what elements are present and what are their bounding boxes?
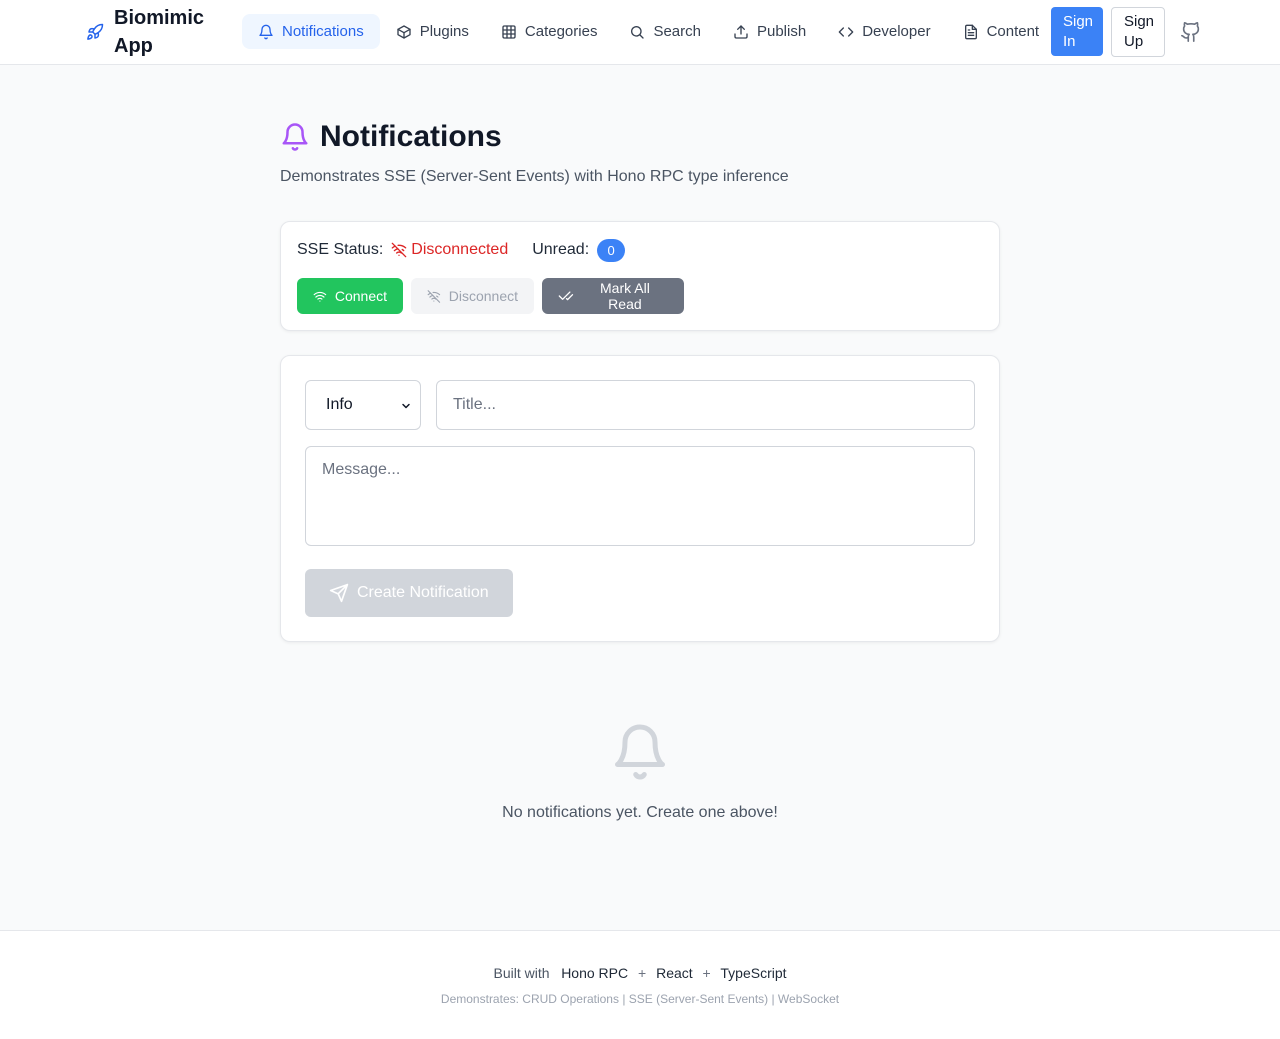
demonstrates-line: Demonstrates: CRUD Operations | SSE (Ser… (440, 992, 840, 1006)
plus-separator: + (638, 965, 647, 981)
disconnect-label: Disconnect (448, 288, 518, 304)
nav-search[interactable]: Search (613, 14, 717, 49)
create-notification-button[interactable]: Create Notification (305, 569, 513, 617)
nav-label: Search (653, 23, 701, 40)
mark-all-read-button[interactable]: Mark All Read (542, 278, 684, 314)
empty-state-text: No notifications yet. Create one above! (502, 804, 778, 821)
tech-react: React (656, 965, 693, 981)
nav-label: Plugins (419, 23, 469, 40)
disconnect-button[interactable]: Disconnect (411, 278, 534, 314)
mark-all-read-label: Mark All Read (600, 280, 650, 312)
github-icon[interactable] (1180, 21, 1202, 43)
unread-count-badge: 0 (597, 238, 626, 262)
top-header: Biomimic App Notifications Plugins Categ… (0, 0, 1280, 65)
wifi-icon (313, 291, 327, 302)
tech-hono-rpc: Hono RPC (561, 965, 629, 981)
page-title: Notifications (320, 120, 502, 153)
sse-status-text: Disconnected (411, 241, 509, 258)
type-selected-value: Info (326, 396, 353, 413)
send-icon (329, 583, 349, 603)
search-icon (631, 25, 645, 39)
brand[interactable]: Biomimic App (86, 6, 214, 58)
built-with-label: Built with (493, 965, 550, 981)
footer: Built with Hono RPC + React + TypeScript… (0, 930, 1280, 1039)
rocket-icon (86, 22, 106, 42)
wifi-off-icon (427, 289, 441, 303)
connect-button[interactable]: Connect (297, 278, 403, 314)
built-with-line: Built with Hono RPC + React + TypeScript (0, 965, 1280, 981)
nav-content[interactable]: Content (947, 14, 1056, 49)
bell-icon (615, 724, 665, 780)
status-row: SSE Status: Disconnected Unread: 0 (297, 238, 626, 262)
message-input[interactable] (305, 446, 975, 546)
sse-status-card: SSE Status: Disconnected Unread: 0 Conne… (280, 221, 1000, 331)
tech-typescript: TypeScript (720, 965, 787, 981)
sign-up-button[interactable]: Sign Up (1111, 7, 1165, 57)
wifi-off-icon (391, 242, 407, 258)
bell-icon (259, 24, 273, 39)
upload-icon (734, 24, 748, 39)
nav-plugins[interactable]: Plugins (380, 14, 485, 49)
package-icon (397, 24, 411, 39)
nav-label: Developer (862, 23, 931, 40)
nav-developer[interactable]: Developer (822, 14, 946, 49)
title-input[interactable] (436, 380, 975, 430)
create-notification-card: Info Create Notification (280, 355, 1000, 642)
create-label: Create Notification (357, 584, 489, 601)
grid-icon (502, 24, 516, 39)
unread-label: Unread: (532, 241, 590, 258)
nav-publish[interactable]: Publish (717, 14, 822, 49)
connect-label: Connect (334, 288, 387, 304)
nav-label: Categories (524, 23, 598, 40)
page-subtitle: Demonstrates SSE (Server-Sent Events) wi… (280, 168, 789, 185)
sign-in-button[interactable]: Sign In (1051, 7, 1103, 56)
nav-categories[interactable]: Categories (485, 14, 614, 49)
sse-status-label: SSE Status: (297, 241, 384, 258)
brand-name: Biomimic App (114, 7, 205, 57)
nav-label: Notifications (282, 23, 364, 40)
main-nav: Notifications Plugins Categories Search … (242, 14, 1055, 49)
page-header: Notifications (280, 120, 502, 154)
sse-status-value: Disconnected (391, 241, 508, 259)
document-icon (964, 24, 977, 39)
notification-type-select[interactable]: Info (305, 380, 421, 430)
nav-notifications[interactable]: Notifications (242, 14, 380, 49)
nav-label: Content (986, 23, 1040, 40)
double-check-icon (558, 291, 574, 301)
empty-state: No notifications yet. Create one above! (280, 722, 1000, 822)
plus-separator: + (702, 965, 711, 981)
bell-icon (282, 123, 308, 151)
nav-label: Publish (756, 23, 807, 40)
code-icon (838, 26, 854, 37)
sse-controls: Connect Disconnect Mark All Read (297, 278, 684, 314)
chevron-down-icon (402, 403, 410, 409)
